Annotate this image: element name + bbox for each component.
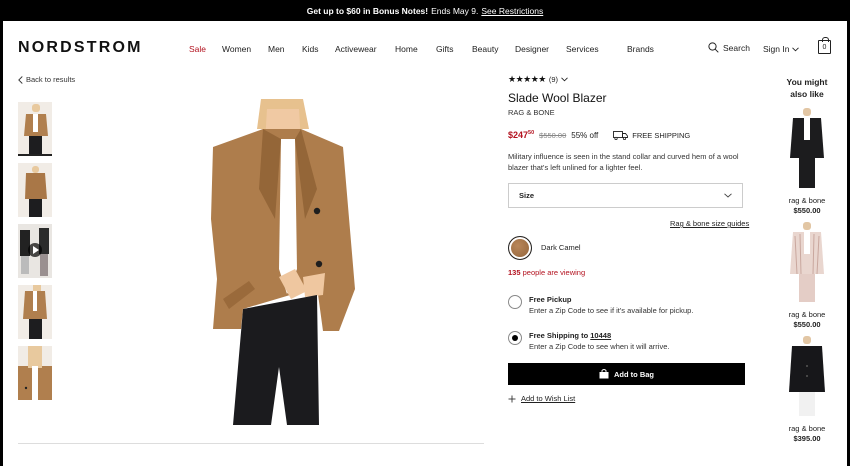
back-label: Back to results: [26, 75, 76, 84]
recommendation-item[interactable]: rag & bone $550.00: [774, 222, 840, 329]
review-count: (9): [548, 75, 559, 84]
recommendation-item[interactable]: rag & bone $395.00: [774, 336, 840, 443]
add-to-bag-label: Add to Bag: [614, 369, 654, 379]
sale-price: $24750: [508, 130, 534, 140]
sign-in-menu[interactable]: Sign In: [763, 44, 800, 54]
search-icon: [708, 42, 719, 53]
product-brand[interactable]: RAG & BONE: [508, 108, 748, 117]
pickup-radio[interactable]: [508, 295, 522, 309]
chevron-down-icon: [561, 77, 568, 82]
recommendations-title: You might also like: [774, 76, 840, 100]
thumbnail-2[interactable]: [18, 163, 52, 217]
size-guide-link[interactable]: Rag & bone size guides: [670, 219, 749, 228]
recommendation-price: $550.00: [793, 320, 821, 329]
recommendation-brand: rag & bone: [788, 196, 826, 205]
promo-banner: Get up to $60 in Bonus Notes! Ends May 9…: [3, 0, 847, 21]
promo-text: Ends May 9.: [431, 5, 479, 16]
recommendation-brand: rag & bone: [788, 424, 826, 433]
color-swatch-dark-camel[interactable]: [508, 236, 532, 260]
original-price: $550.00: [539, 130, 567, 140]
color-name: Dark Camel: [541, 243, 581, 252]
product-title: Slade Wool Blazer: [508, 91, 607, 105]
sale-price-cents: 50: [528, 130, 535, 136]
chevron-down-icon: [724, 193, 732, 198]
add-to-bag-button[interactable]: Add to Bag: [508, 363, 745, 385]
nav-home[interactable]: Home: [395, 44, 418, 54]
nav-sale[interactable]: Sale: [189, 44, 206, 54]
rating-summary[interactable]: ★★★★★ (9): [508, 74, 748, 85]
shipping-title-text: Free Shipping to: [529, 331, 589, 340]
nordstrom-logo[interactable]: NORDSTROM: [18, 39, 143, 57]
nav-men[interactable]: Men: [268, 44, 285, 54]
add-to-wish-list-link[interactable]: Add to Wish List: [508, 394, 575, 403]
search-label: Search: [723, 42, 750, 53]
product-hero-image[interactable]: [183, 99, 363, 425]
nav-activewear[interactable]: Activewear: [335, 44, 377, 54]
nav-beauty[interactable]: Beauty: [472, 44, 498, 54]
plus-icon: [508, 395, 516, 402]
chevron-down-icon: [792, 46, 800, 51]
shopping-bag-icon[interactable]: 0: [818, 37, 831, 54]
star-rating-icon: ★★★★★: [508, 74, 546, 84]
nav-women[interactable]: Women: [222, 44, 251, 54]
bag-count: 0: [822, 43, 827, 51]
viewing-count-notice: 135 people are viewing: [508, 268, 585, 277]
shipping-subtext: Enter a Zip Code to see when it will arr…: [529, 342, 670, 351]
play-icon: [28, 243, 42, 257]
back-to-results-link[interactable]: Back to results: [18, 75, 75, 84]
shipping-title: Free Shipping to 10448: [529, 331, 611, 340]
pickup-title: Free Pickup: [529, 295, 572, 304]
shipping-radio[interactable]: [508, 331, 522, 345]
thumbnail-1[interactable]: [18, 102, 52, 156]
promo-restrictions-link[interactable]: See Restrictions: [481, 6, 543, 16]
search-button[interactable]: Search: [708, 42, 750, 53]
recommendations-title-line2: also like: [790, 89, 824, 99]
page-frame: Get up to $60 in Bonus Notes! Ends May 9…: [3, 0, 847, 466]
recommendation-price: $395.00: [793, 434, 821, 443]
free-shipping-label: FREE SHIPPING: [632, 130, 691, 140]
nav-designer[interactable]: Designer: [515, 44, 549, 54]
thumbnail-video[interactable]: [18, 224, 52, 278]
recommendation-image: [787, 108, 827, 190]
nav-kids[interactable]: Kids: [302, 44, 319, 54]
recommendations-title-line1: You might: [786, 77, 828, 87]
viewing-count: 135: [508, 268, 521, 277]
shipping-zip-link[interactable]: 10448: [590, 331, 611, 340]
thumbnail-4[interactable]: [18, 285, 52, 339]
discount-percent: 55% off: [571, 130, 599, 140]
size-label: Size: [519, 191, 535, 200]
recommendations-panel: You might also like rag & bone $550.00 r…: [774, 76, 840, 443]
pickup-subtext: Enter a Zip Code to see if it's availabl…: [529, 306, 694, 315]
product-description: Military influence is seen in the stand …: [508, 152, 739, 172]
recommendation-brand: rag & bone: [788, 310, 826, 319]
chevron-left-icon: [18, 75, 23, 84]
recommendation-item[interactable]: rag & bone $550.00: [774, 108, 840, 215]
thumbnail-gallery: [18, 102, 54, 407]
nav-services[interactable]: Services: [566, 44, 599, 54]
bag-icon: [599, 369, 609, 379]
product-info-panel: ★★★★★ (9) Slade Wool Blazer RAG & BONE $…: [508, 74, 749, 403]
truck-icon: [613, 130, 629, 140]
size-dropdown[interactable]: Size: [508, 183, 743, 208]
price-row: $24750 $550.00 55% off FREE SHIPPING: [508, 130, 748, 140]
recommendation-image: [787, 222, 827, 304]
nav-gifts[interactable]: Gifts: [436, 44, 453, 54]
promo-headline: Get up to $60 in Bonus Notes!: [306, 5, 429, 16]
free-shipping-badge: FREE SHIPPING: [613, 131, 690, 140]
recommendation-image: [787, 336, 827, 418]
recommendation-price: $550.00: [793, 206, 821, 215]
wish-list-label: Add to Wish List: [521, 394, 576, 403]
viewing-text: people are viewing: [522, 268, 586, 277]
content-divider: [18, 443, 484, 444]
sale-price-dollars: $247: [508, 130, 529, 140]
nav-brands[interactable]: Brands: [627, 44, 654, 54]
sign-in-label: Sign In: [763, 44, 790, 54]
thumbnail-5[interactable]: [18, 346, 52, 400]
